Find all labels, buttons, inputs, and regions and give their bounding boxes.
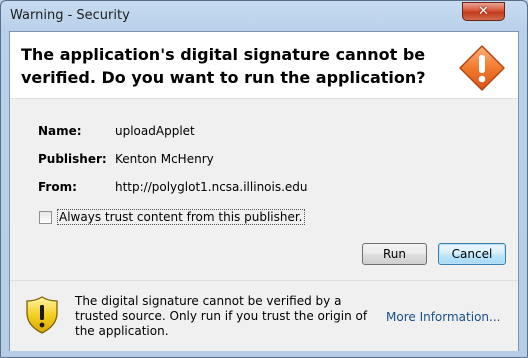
run-button[interactable]: Run <box>362 243 427 265</box>
trust-publisher-label[interactable]: Always trust content from this publisher… <box>57 209 305 225</box>
footer-notice: The digital signature cannot be verified… <box>10 280 518 351</box>
trust-publisher-option[interactable]: Always trust content from this publisher… <box>39 209 305 225</box>
dialog-header: The application's digital signature cann… <box>10 32 518 99</box>
warning-diamond-icon <box>459 45 505 91</box>
close-button[interactable]: ✕ <box>462 2 505 21</box>
window-title: Warning - Security <box>10 8 130 23</box>
details-area: Name: uploadApplet Publisher: Kenton McH… <box>10 99 518 277</box>
publisher-value: Kenton McHenry <box>115 152 214 166</box>
from-label: From: <box>38 180 77 194</box>
footer-message: The digital signature cannot be verified… <box>75 294 368 338</box>
headline: The application's digital signature cann… <box>21 45 426 87</box>
name-label: Name: <box>38 124 82 138</box>
dialog-body: The application's digital signature cann… <box>9 31 519 351</box>
trust-publisher-checkbox[interactable] <box>39 210 52 224</box>
close-icon: ✕ <box>478 4 489 19</box>
cancel-button[interactable]: Cancel <box>438 243 506 265</box>
title-bar[interactable]: Warning - Security ✕ <box>1 1 527 31</box>
name-value: uploadApplet <box>115 124 195 138</box>
from-value: http://polyglot1.ncsa.illinois.edu <box>115 180 308 194</box>
publisher-label: Publisher: <box>38 152 107 166</box>
security-warning-dialog: Warning - Security ✕ The application's d… <box>0 0 528 358</box>
warning-shield-icon <box>26 296 58 334</box>
more-information-link[interactable]: More Information... <box>386 310 500 324</box>
